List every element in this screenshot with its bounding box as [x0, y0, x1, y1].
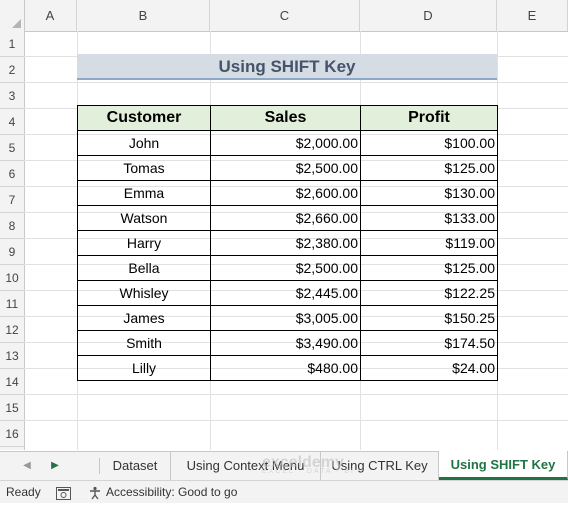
gridline: [24, 394, 568, 395]
column-header-e[interactable]: E: [497, 0, 568, 31]
tab-using-shift-key[interactable]: Using SHIFT Key: [439, 451, 568, 480]
cell-sales[interactable]: $3,005.00: [210, 305, 361, 331]
table-row: James $3,005.00 $150.25: [77, 305, 498, 331]
select-all-corner[interactable]: [0, 0, 25, 31]
cell-customer[interactable]: John: [77, 130, 211, 156]
column-header-b[interactable]: B: [77, 0, 210, 31]
status-accessibility[interactable]: Accessibility: Good to go: [106, 481, 237, 503]
status-ready: Ready: [6, 485, 41, 499]
row-header[interactable]: 14: [0, 369, 24, 395]
table-row: Tomas $2,500.00 $125.00: [77, 155, 498, 181]
cell-sales[interactable]: $2,380.00: [210, 230, 361, 256]
row-header[interactable]: 5: [0, 135, 24, 161]
scroll-left-icon[interactable]: ◀: [16, 452, 38, 480]
row-header[interactable]: 13: [0, 343, 24, 369]
row-header[interactable]: 4: [0, 109, 24, 135]
column-header-c[interactable]: C: [210, 0, 360, 31]
cell-sales[interactable]: $2,000.00: [210, 130, 361, 156]
gridline: [24, 420, 568, 421]
row-header[interactable]: 7: [0, 187, 24, 213]
spreadsheet-grid[interactable]: A B C D E 1 2 3 4 5 6 7 8 9 10 11 12 13 …: [0, 0, 568, 450]
cell-sales[interactable]: $3,490.00: [210, 330, 361, 356]
cell-sales[interactable]: $2,660.00: [210, 205, 361, 231]
sheet-title-cell[interactable]: Using SHIFT Key: [77, 54, 497, 80]
row-header[interactable]: 1: [0, 31, 24, 57]
data-table: Customer Sales Profit John $2,000.00 $10…: [77, 105, 498, 381]
column-header-d[interactable]: D: [360, 0, 497, 31]
table-row: Smith $3,490.00 $174.50: [77, 330, 498, 356]
tab-using-context-menu[interactable]: Using Context Menu: [171, 452, 321, 480]
scroll-right-icon[interactable]: ▶: [44, 452, 66, 480]
table-row: Harry $2,380.00 $119.00: [77, 230, 498, 256]
status-bar: Ready Accessibility: Good to go: [0, 480, 568, 503]
cell-customer[interactable]: Tomas: [77, 155, 211, 181]
gridline: [24, 82, 568, 83]
cell-sales[interactable]: $2,445.00: [210, 280, 361, 306]
row-header[interactable]: 3: [0, 83, 24, 109]
row-header[interactable]: 12: [0, 317, 24, 343]
tab-dataset[interactable]: Dataset: [100, 452, 171, 480]
cell-sales[interactable]: $2,500.00: [210, 155, 361, 181]
table-row: Watson $2,660.00 $133.00: [77, 205, 498, 231]
cell-customer[interactable]: Harry: [77, 230, 211, 256]
cell-customer[interactable]: Smith: [77, 330, 211, 356]
cell-profit[interactable]: $122.25: [360, 280, 498, 306]
table-row: Emma $2,600.00 $130.00: [77, 180, 498, 206]
cell-profit[interactable]: $133.00: [360, 205, 498, 231]
row-header[interactable]: 2: [0, 57, 24, 83]
accessibility-icon[interactable]: [88, 485, 102, 507]
row-header[interactable]: 15: [0, 395, 24, 421]
cell-profit[interactable]: $130.00: [360, 180, 498, 206]
cell-profit[interactable]: $150.25: [360, 305, 498, 331]
header-customer[interactable]: Customer: [77, 105, 211, 131]
cell-customer[interactable]: Whisley: [77, 280, 211, 306]
cell-profit[interactable]: $125.00: [360, 155, 498, 181]
cell-profit[interactable]: $125.00: [360, 255, 498, 281]
column-header-a[interactable]: A: [24, 0, 77, 31]
cell-customer[interactable]: James: [77, 305, 211, 331]
tab-using-ctrl-key[interactable]: Using CTRL Key: [321, 452, 439, 480]
row-header[interactable]: 6: [0, 161, 24, 187]
table-row: Lilly $480.00 $24.00: [77, 355, 498, 381]
row-header[interactable]: 9: [0, 239, 24, 265]
column-header-row: A B C D E: [0, 0, 568, 32]
header-sales[interactable]: Sales: [210, 105, 361, 131]
cell-sales[interactable]: $2,600.00: [210, 180, 361, 206]
table-row: Bella $2,500.00 $125.00: [77, 255, 498, 281]
sheet-tab-bar: ◀ ▶ Dataset Using Context Menu Using CTR…: [0, 451, 568, 480]
cell-customer[interactable]: Emma: [77, 180, 211, 206]
row-header[interactable]: 10: [0, 265, 24, 291]
table-row: John $2,000.00 $100.00: [77, 130, 498, 156]
row-header-column: 1 2 3 4 5 6 7 8 9 10 11 12 13 14 15 16: [0, 31, 25, 450]
cell-profit[interactable]: $100.00: [360, 130, 498, 156]
cell-sales[interactable]: $480.00: [210, 355, 361, 381]
cell-profit[interactable]: $119.00: [360, 230, 498, 256]
cell-customer[interactable]: Bella: [77, 255, 211, 281]
table-row: Whisley $2,445.00 $122.25: [77, 280, 498, 306]
cell-profit[interactable]: $174.50: [360, 330, 498, 356]
cell-customer[interactable]: Watson: [77, 205, 211, 231]
cell-sales[interactable]: $2,500.00: [210, 255, 361, 281]
row-header[interactable]: 11: [0, 291, 24, 317]
cell-profit[interactable]: $24.00: [360, 355, 498, 381]
header-profit[interactable]: Profit: [360, 105, 498, 131]
macro-record-icon[interactable]: [56, 485, 71, 507]
table-header-row: Customer Sales Profit: [77, 105, 498, 131]
row-header[interactable]: 16: [0, 421, 24, 447]
row-header[interactable]: 8: [0, 213, 24, 239]
cell-customer[interactable]: Lilly: [77, 355, 211, 381]
